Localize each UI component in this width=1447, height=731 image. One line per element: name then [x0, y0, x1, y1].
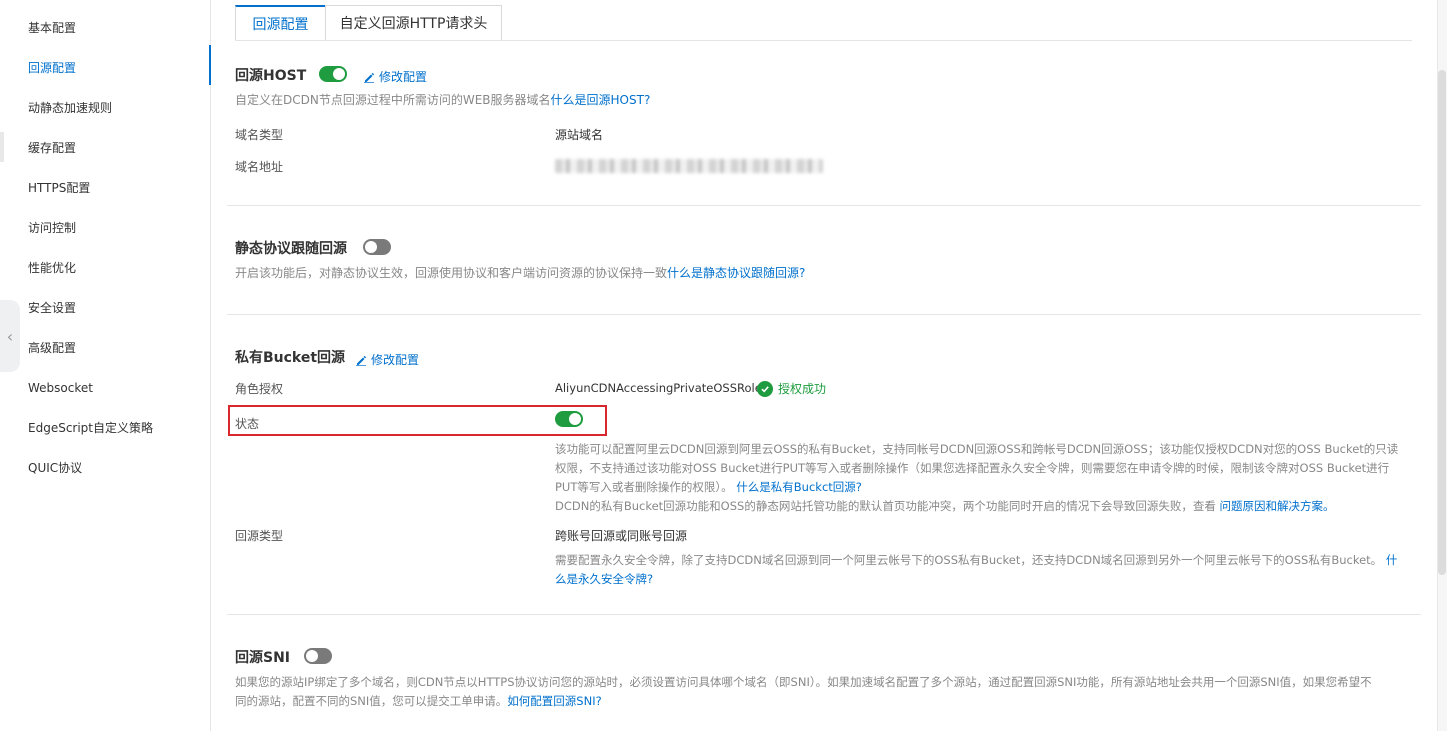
- section-divider: [227, 614, 1421, 615]
- check-circle-icon: [757, 380, 773, 397]
- bucket-type-desc-text: 需要配置永久安全令牌，除了支持DCDN域名回源到同一个阿里云帐号下的OSS私有B…: [555, 553, 1383, 567]
- section-divider: [227, 205, 1421, 206]
- sidebar-item-security[interactable]: 安全设置: [28, 300, 76, 316]
- auth-success-status: 授权成功: [757, 380, 826, 397]
- section-divider: [227, 314, 1421, 315]
- bucket-info-line: DCDN的私有Bucket回源功能和OSS的静态网站托管功能的默认首页功能冲突，…: [555, 497, 1398, 516]
- sni-description: 如果您的源站IP绑定了多个域名，则CDN节点以HTTPS协议访问您的源站时，必须…: [235, 673, 1372, 711]
- bucket-type-description: 需要配置永久安全令牌，除了支持DCDN域名回源到同一个阿里云帐号下的OSS私有B…: [555, 551, 1397, 589]
- sidebar-item-access-control[interactable]: 访问控制: [28, 220, 76, 236]
- sidebar: 基本配置 回源配置 动静态加速规则 缓存配置 HTTPS配置 访问控制 性能优化…: [0, 0, 211, 731]
- sidebar-item-performance[interactable]: 性能优化: [28, 260, 76, 276]
- bucket-section-title: 私有Bucket回源: [235, 350, 346, 366]
- tab-bar-divider: [235, 40, 1412, 41]
- bucket-info-line: 该功能可以配置阿里云DCDN回源到阿里云OSS的私有Bucket，支持同帐号DC…: [555, 442, 1399, 456]
- host-edit-button[interactable]: 修改配置: [363, 68, 427, 85]
- sni-help-link[interactable]: 如何配置回源SNI?: [507, 694, 601, 708]
- sidebar-item-cache-config[interactable]: 缓存配置: [28, 140, 76, 156]
- host-description-text: 自定义在DCDN节点回源过程中所需访问的WEB服务器域名: [235, 93, 551, 107]
- permanent-token-link[interactable]: 什: [1386, 553, 1398, 567]
- sidebar-collapse-button[interactable]: ‹: [0, 300, 20, 372]
- bucket-conflict-link[interactable]: 问题原因和解决方案。: [1219, 499, 1334, 513]
- host-help-link[interactable]: 什么是回源HOST?: [551, 93, 651, 107]
- sni-section-title: 回源SNI: [235, 650, 291, 666]
- host-type-value: 源站域名: [555, 128, 604, 142]
- sidebar-item-quic[interactable]: QUIC协议: [28, 460, 82, 476]
- sidebar-item-basic-config[interactable]: 基本配置: [28, 20, 76, 36]
- static-protocol-description: 开启该功能后，对静态协议生效，回源使用协议和客户端访问资源的协议保持一致什么是静…: [235, 265, 805, 281]
- sidebar-item-advanced[interactable]: 高级配置: [28, 340, 76, 356]
- vertical-scrollbar[interactable]: [1437, 0, 1447, 731]
- bucket-edit-button[interactable]: 修改配置: [355, 351, 419, 368]
- host-type-label: 域名类型: [235, 128, 284, 142]
- static-protocol-help-link[interactable]: 什么是静态协议跟随回源?: [667, 266, 805, 280]
- sidebar-item-edgescript[interactable]: EdgeScript自定义策略: [28, 420, 153, 436]
- sidebar-item-acceleration-rules[interactable]: 动静态加速规则: [28, 100, 112, 116]
- host-edit-label: 修改配置: [379, 70, 428, 84]
- bucket-info-paragraph: 该功能可以配置阿里云DCDN回源到阿里云OSS的私有Bucket，支持同帐号DC…: [555, 440, 1398, 516]
- tab-custom-http-headers[interactable]: 自定义回源HTTP请求头: [325, 5, 502, 41]
- host-section-title: 回源HOST: [235, 68, 307, 84]
- host-description: 自定义在DCDN节点回源过程中所需访问的WEB服务器域名什么是回源HOST?: [235, 92, 650, 108]
- scrollbar-thumb[interactable]: [1438, 70, 1446, 575]
- sidebar-item-websocket[interactable]: Websocket: [28, 380, 93, 396]
- bucket-info-line: PUT等写入或者删除操作的权限）。 什么是私有Buckct回源?: [555, 478, 1398, 497]
- bucket-status-label: 状态: [235, 417, 260, 431]
- bucket-edit-label: 修改配置: [371, 353, 420, 367]
- bucket-info-line-text: PUT等写入或者删除操作的权限）。: [555, 480, 733, 494]
- sni-desc-text: 同的源站，配置不同的SNI值，您可以提交工单申请。: [235, 694, 508, 708]
- host-address-value-redacted: [555, 159, 823, 173]
- sidebar-edge-mark: [0, 132, 4, 162]
- bucket-type-label: 回源类型: [235, 529, 284, 543]
- bucket-help-link[interactable]: 什么是私有Buckct回源?: [736, 480, 862, 494]
- edit-icon: [356, 355, 367, 366]
- sidebar-item-https-config[interactable]: HTTPS配置: [28, 180, 90, 196]
- host-toggle[interactable]: [319, 66, 347, 82]
- host-address-label: 域名地址: [235, 160, 284, 174]
- bucket-type-value: 跨账号回源或同账号回源: [555, 529, 688, 543]
- bucket-role-value: AliyunCDNAccessingPrivateOSSRole: [555, 381, 762, 395]
- edit-icon: [364, 72, 375, 83]
- static-protocol-toggle[interactable]: [363, 239, 391, 255]
- permanent-token-link[interactable]: 么是永久安全令牌?: [555, 572, 653, 586]
- sni-desc-line: 同的源站，配置不同的SNI值，您可以提交工单申请。如何配置回源SNI?: [235, 692, 1372, 711]
- sni-desc-line: 如果您的源站IP绑定了多个域名，则CDN节点以HTTPS协议访问您的源站时，必须…: [235, 675, 1372, 689]
- bucket-status-toggle[interactable]: [555, 411, 583, 427]
- sidebar-active-indicator: [209, 45, 211, 85]
- static-protocol-title: 静态协议跟随回源: [235, 241, 347, 257]
- bucket-info-line: 权限，不支持通过该功能对OSS Bucket进行PUT等写入或者删除操作（如果您…: [555, 461, 1390, 475]
- bucket-info-line-text: DCDN的私有Bucket回源功能和OSS的静态网站托管功能的默认首页功能冲突，…: [555, 499, 1216, 513]
- status-highlight-box: [228, 405, 607, 436]
- chevron-left-icon: ‹: [6, 326, 14, 346]
- sidebar-item-origin-config[interactable]: 回源配置: [28, 60, 76, 76]
- bucket-type-desc-line: 么是永久安全令牌?: [555, 570, 1397, 589]
- static-protocol-description-text: 开启该功能后，对静态协议生效，回源使用协议和客户端访问资源的协议保持一致: [235, 266, 668, 280]
- sni-toggle[interactable]: [304, 648, 332, 664]
- bucket-role-label: 角色授权: [235, 382, 284, 396]
- bucket-type-desc-line: 需要配置永久安全令牌，除了支持DCDN域名回源到同一个阿里云帐号下的OSS私有B…: [555, 551, 1397, 570]
- tab-origin-config[interactable]: 回源配置: [235, 5, 326, 41]
- auth-success-text: 授权成功: [778, 382, 827, 396]
